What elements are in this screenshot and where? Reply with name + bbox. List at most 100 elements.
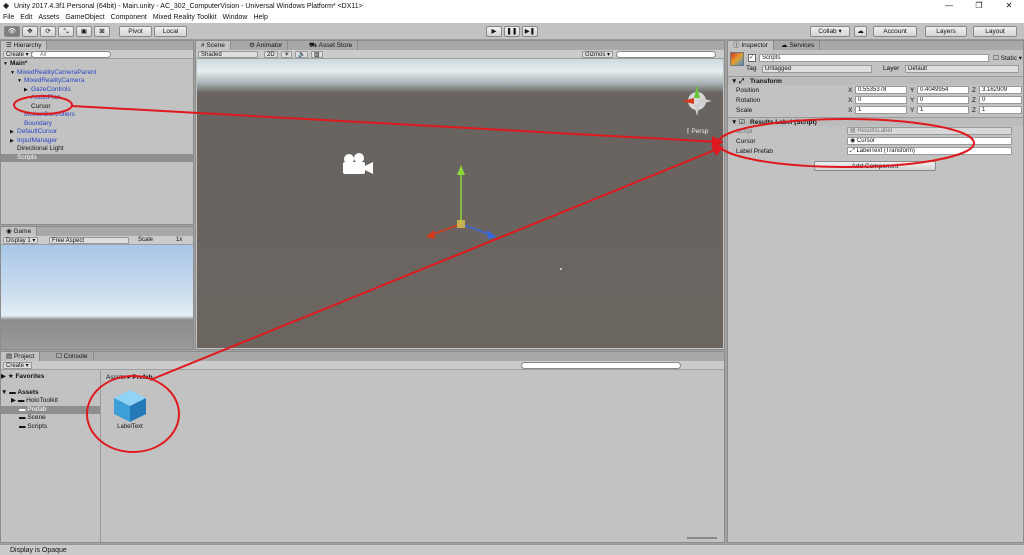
menu-help[interactable]: Help [253,14,267,21]
hierarchy-item-defaultcursor[interactable]: ▶ DefaultCursor [1,128,193,137]
collapse-arrow-icon[interactable]: ▶ [10,128,17,137]
component-enabled-checkbox[interactable]: ☑ [739,118,745,127]
rotation-z-field[interactable]: 0 [979,96,1022,104]
scene-viewport[interactable]: ⁅ Persp [197,59,723,348]
tag-dropdown[interactable]: Untagged [762,65,872,73]
aspect-dropdown[interactable]: Free Aspect [49,237,129,244]
static-toggle[interactable]: ☐ Static ▾ [993,54,1022,62]
favorites-item[interactable]: ▶ ★ Favorites [1,373,100,382]
layer-dropdown[interactable]: Default [905,65,1019,73]
game-viewport[interactable] [1,245,193,349]
rotate-tool-button[interactable]: ⟳ [40,26,56,37]
tab-asset-store[interactable]: ⛟ Asset Store [304,41,359,50]
hierarchy-search-input[interactable]: All [31,51,111,58]
cursor-field[interactable]: ◉ Cursor [847,137,1012,145]
menu-file[interactable]: File [3,14,14,21]
folder-item-holotoolkit[interactable]: ▶ ▬ HoloToolkit [1,397,100,406]
move-tool-button[interactable]: ✥ [22,26,38,37]
mode-2d-toggle[interactable]: 2D [264,51,278,58]
position-x-field[interactable]: 0.5535378 [855,86,907,94]
scale-x-field[interactable]: 1 [855,106,907,114]
scale-value: 1x [176,237,183,243]
audio-toggle[interactable]: 🔈 [295,51,309,58]
object-name-field[interactable]: Scripts [759,54,989,62]
hierarchy-item-scripts[interactable]: Scripts [1,153,193,162]
scale-z-field[interactable]: 1 [979,106,1022,114]
scale-tool-button[interactable]: ⤡ [58,26,74,37]
play-button[interactable]: ▶ [486,26,502,37]
folder-item-scene[interactable]: ▬ Scene [1,414,100,423]
menu-component[interactable]: Component [111,14,147,21]
pause-button[interactable]: ❚❚ [504,26,520,37]
menu-assets[interactable]: Assets [38,14,59,21]
breadcrumb-root[interactable]: Assets [106,374,126,381]
collab-dropdown[interactable]: Collab ▾ [810,26,850,37]
tab-animator[interactable]: ⚙ Animator [244,41,289,50]
shading-dropdown[interactable]: Shaded [198,51,258,58]
tab-inspector[interactable]: ⓘ Inspector [728,41,775,50]
project-search-input[interactable] [521,362,681,369]
hierarchy-item-motioncontrollers[interactable]: MotionControllers [1,111,193,120]
lighting-toggle[interactable]: ☀ [281,51,293,58]
menu-gameobject[interactable]: GameObject [65,14,104,21]
label-prefab-field[interactable]: ⤢ LabelText (Transform) [847,147,1012,155]
transform-tool-button[interactable]: ⊠ [94,26,110,37]
effects-dropdown[interactable]: ▨ [311,51,323,58]
project-create-button[interactable]: Create ▾ [3,362,32,369]
layout-dropdown[interactable]: Layout [973,26,1017,37]
step-button[interactable]: ▶❚ [522,26,538,37]
close-button[interactable]: ✕ [994,0,1024,12]
collapse-arrow-icon[interactable]: ▶ [24,86,31,95]
rect-tool-button[interactable]: ▣ [76,26,92,37]
gizmos-dropdown[interactable]: Gizmos ▾ [582,51,614,58]
asset-item[interactable]: LabelText [109,388,151,434]
hierarchy-item-directional-light[interactable]: Directional Light [1,145,193,154]
hierarchy-item-audioplan[interactable]: AudioPlan [1,94,193,103]
position-y-field[interactable]: 0.4049954 [917,86,969,94]
folder-item-scripts[interactable]: ▬ Scripts [1,423,100,432]
account-dropdown[interactable]: Account [873,26,917,37]
tab-scene[interactable]: # Scene [196,41,231,50]
expand-arrow-icon[interactable]: ▼ [3,60,10,69]
tab-game[interactable]: ◉ Game [1,227,38,236]
layers-dropdown[interactable]: Layers [925,26,967,37]
rotation-y-field[interactable]: 0 [917,96,969,104]
results-label-header[interactable]: ▼ ☑ Results Label (Script) [728,117,1023,126]
view-tool-button[interactable]: 👁 [4,26,20,37]
breadcrumb-leaf[interactable]: Prefab [132,374,152,381]
add-component-button[interactable]: Add Component [814,161,936,171]
active-checkbox[interactable]: ✓ [748,54,756,62]
local-toggle[interactable]: Local [154,26,187,37]
hierarchy-item-boundary[interactable]: Boundary [1,120,193,129]
tab-console[interactable]: ☐ Console [51,352,94,361]
tab-hierarchy[interactable]: ☰ Hierarchy [1,41,48,50]
persp-label[interactable]: ⁅ Persp [687,127,708,135]
minimize-button[interactable]: — [934,0,964,12]
menu-window[interactable]: Window [223,14,248,21]
hierarchy-item-mixedrealitycameraparent[interactable]: ▼ MixedRealityCameraParent [1,69,193,78]
expand-arrow-icon[interactable]: ▼ [17,77,24,86]
expand-arrow-icon[interactable]: ▼ [10,69,17,78]
menu-edit[interactable]: Edit [20,14,32,21]
hierarchy-item-gazecontrols[interactable]: ▶ GazeControls [1,86,193,95]
hierarchy-item-mixedrealitycamera[interactable]: ▼ MixedRealityCamera [1,77,193,86]
maximize-button[interactable]: ❐ [964,0,994,12]
tab-project[interactable]: ▤ Project [1,352,41,361]
zoom-slider[interactable] [687,537,717,539]
scale-y-field[interactable]: 1 [917,106,969,114]
folder-item-prefab[interactable]: ▬ Prefab [1,405,100,414]
menu-mixed-reality-toolkit[interactable]: Mixed Reality Toolkit [153,14,217,21]
rotation-x-field[interactable]: 0 [855,96,907,104]
scene-search-input[interactable] [616,51,716,58]
transform-header[interactable]: ▼ ⤢ Transform [728,76,1023,85]
cloud-button[interactable]: ☁ [854,26,867,37]
position-z-field[interactable]: 3.162909 [979,86,1022,94]
collapse-arrow-icon[interactable]: ▶ [10,137,17,146]
hierarchy-item-main-[interactable]: ▼ Main* [1,60,193,69]
display-dropdown[interactable]: Display 1 ▾ [3,237,39,244]
hierarchy-item-inputmanager[interactable]: ▶ InputManager [1,137,193,146]
hierarchy-create-button[interactable]: Create ▾ [3,51,32,58]
hierarchy-item-cursor[interactable]: Cursor [1,103,193,112]
pivot-toggle[interactable]: Pivot [119,26,152,37]
tab-services[interactable]: ☁ Services [776,41,821,50]
